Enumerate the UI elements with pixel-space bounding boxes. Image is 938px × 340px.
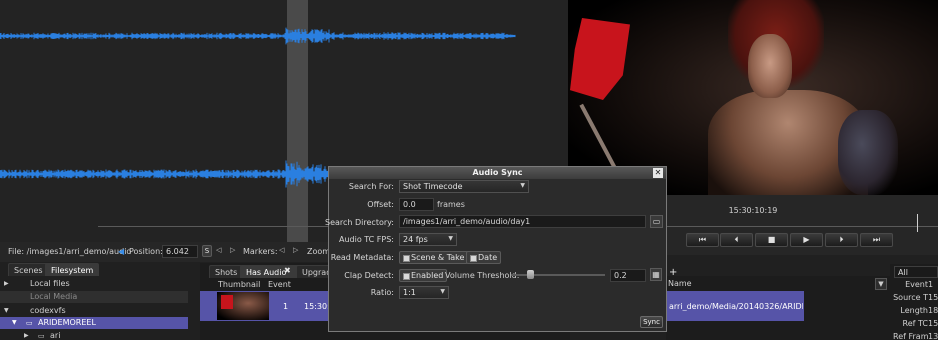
offset-unit: frames (437, 200, 465, 209)
search-for-select[interactable]: Shot Timecode ▼ (399, 180, 529, 193)
scene-take-checkbox[interactable]: Scene & Take (399, 251, 469, 264)
tree-item-label: codexvfs (30, 306, 66, 315)
search-for-value: Shot Timecode (403, 182, 463, 191)
go-to-start-button[interactable]: ⏮ (686, 233, 719, 247)
waveform-channel (0, 27, 516, 45)
thumbnail-flag-image (221, 295, 233, 309)
marker-prev-icon[interactable]: ◁ (216, 246, 221, 254)
markers-label: Markers: (243, 247, 278, 256)
speaker-icon: ◀ (118, 247, 125, 256)
metadata-label: Ref TC (902, 319, 928, 328)
search-for-label: Search For: (348, 182, 394, 191)
metadata-value: 187 (928, 306, 938, 315)
audio-fps-select[interactable]: 24 fps ▼ (399, 233, 457, 246)
tree-item[interactable]: Local Media (0, 291, 188, 303)
tab-filesystem[interactable]: Filesystem (45, 263, 100, 276)
expanded-arrow-icon[interactable]: ▼ (12, 317, 17, 329)
snap-s-button[interactable]: S (202, 245, 212, 257)
ratio-value: 1:1 (403, 288, 416, 297)
name-value: arri_demo/Media/20140326/ARIDEMO (669, 302, 803, 311)
tab-scenes[interactable]: Scenes (8, 263, 49, 276)
tree-item[interactable]: ▼ ▭ ARIDEMOREEL (0, 317, 188, 329)
ratio-label: Ratio: (370, 288, 394, 297)
tree-item[interactable]: ▼ codexvfs (0, 305, 188, 317)
tree-item-label: Local Media (30, 292, 78, 301)
metadata-label: Length (900, 306, 928, 315)
tree-item-label: Local files (30, 279, 70, 288)
tab-shots[interactable]: Shots (209, 265, 244, 278)
metadata-label: Source T (893, 293, 928, 302)
folder-icon: ▭ (26, 319, 33, 327)
left-panel-tabs: Scenes Filesystem (0, 263, 188, 277)
expanded-arrow-icon[interactable]: ▼ (4, 305, 9, 317)
dialog-title: Audio Sync (329, 167, 666, 179)
offset-label: Offset: (367, 200, 394, 209)
close-tab-icon[interactable]: ✖ (284, 266, 291, 275)
play-button[interactable]: ▶ (790, 233, 823, 247)
metadata-value: 1 (928, 280, 934, 289)
metadata-panel: All (890, 264, 938, 340)
position-label: Position: (129, 247, 163, 256)
ratio-select[interactable]: 1:1 ▼ (399, 286, 449, 299)
tree-item-label: ARIDEMOREEL (38, 318, 96, 327)
offset-input[interactable]: 0.0 (399, 198, 434, 211)
metadata-value: 15 (928, 319, 938, 328)
row-timecode: 15:30:0 (304, 302, 330, 311)
metadata-label: Event (905, 280, 928, 289)
filter-dropdown-icon[interactable]: ▼ (875, 278, 887, 290)
metadata-label: Ref Fram (893, 332, 928, 340)
search-directory-label: Search Directory: (324, 218, 394, 227)
slider-handle[interactable] (526, 270, 534, 279)
app-window: 15:30:10:19 File: /images1/arri_demo/aud… (0, 0, 938, 340)
add-icon[interactable]: + (669, 267, 677, 278)
volume-threshold-label: Volume Threshold: (445, 271, 520, 280)
tab-has-audio[interactable]: Has Audio (240, 265, 302, 278)
marker-next-icon[interactable]: ▷ (230, 246, 235, 254)
step-back-button[interactable]: ⏴ (720, 233, 753, 247)
column-name: Name (668, 279, 692, 288)
collapsed-arrow-icon[interactable]: ▶ (4, 278, 9, 290)
column-thumbnail: Thumbnail (218, 280, 261, 289)
position-input[interactable]: 6.042 (162, 245, 198, 258)
column-event: Event (268, 280, 291, 289)
audio-sync-dialog: Audio Sync ✕ Search For: Shot Timecode ▼ … (325, 166, 667, 332)
tree-item-label: ari (50, 331, 61, 340)
marker-back-icon[interactable]: ◁ (279, 246, 284, 254)
figure-tattoo-image (838, 110, 898, 195)
tree-item[interactable]: ▶ ▭ ari (0, 330, 188, 340)
clap-enabled-checkbox[interactable]: Enabled (399, 269, 448, 282)
folder-icon[interactable]: ▭ (650, 215, 663, 228)
file-path-label: File: /images1/arri_demo/audio (8, 247, 132, 256)
marker-fwd-icon[interactable]: ▷ (293, 246, 298, 254)
calculator-icon[interactable]: ▦ (650, 268, 662, 281)
search-directory-input[interactable]: /images1/arri_demo/audio/day1 (399, 215, 646, 228)
read-metadata-label: Read Metadata: (330, 253, 394, 262)
chevron-down-icon: ▼ (440, 288, 445, 295)
chevron-down-icon: ▼ (448, 235, 453, 242)
figure-face-image (748, 34, 792, 98)
stop-button[interactable]: ■ (755, 233, 788, 247)
date-checkbox[interactable]: Date (466, 251, 502, 264)
clap-detect-label: Clap Detect: (344, 271, 394, 280)
step-forward-button[interactable]: ⏵ (825, 233, 858, 247)
row-event: 1 (283, 302, 289, 311)
sync-button[interactable]: Sync (640, 316, 663, 328)
go-to-end-button[interactable]: ⏭ (860, 233, 893, 247)
volume-threshold-input[interactable]: 0.2 (610, 269, 646, 282)
filter-select[interactable]: All (894, 266, 938, 278)
scrubber-handle[interactable] (917, 214, 918, 232)
chevron-down-icon: ▼ (520, 182, 525, 189)
close-icon[interactable]: ✕ (653, 168, 663, 178)
volume-threshold-slider[interactable] (511, 274, 605, 276)
audio-fps-label: Audio TC FPS: (338, 235, 394, 244)
collapsed-arrow-icon[interactable]: ▶ (24, 330, 29, 340)
tree-item[interactable]: ▶ Local files (0, 278, 188, 290)
metadata-value: 15 (928, 293, 938, 302)
audio-fps-value: 24 fps (403, 235, 428, 244)
folder-icon: ▭ (38, 332, 45, 340)
metadata-value: 133 (928, 332, 938, 340)
